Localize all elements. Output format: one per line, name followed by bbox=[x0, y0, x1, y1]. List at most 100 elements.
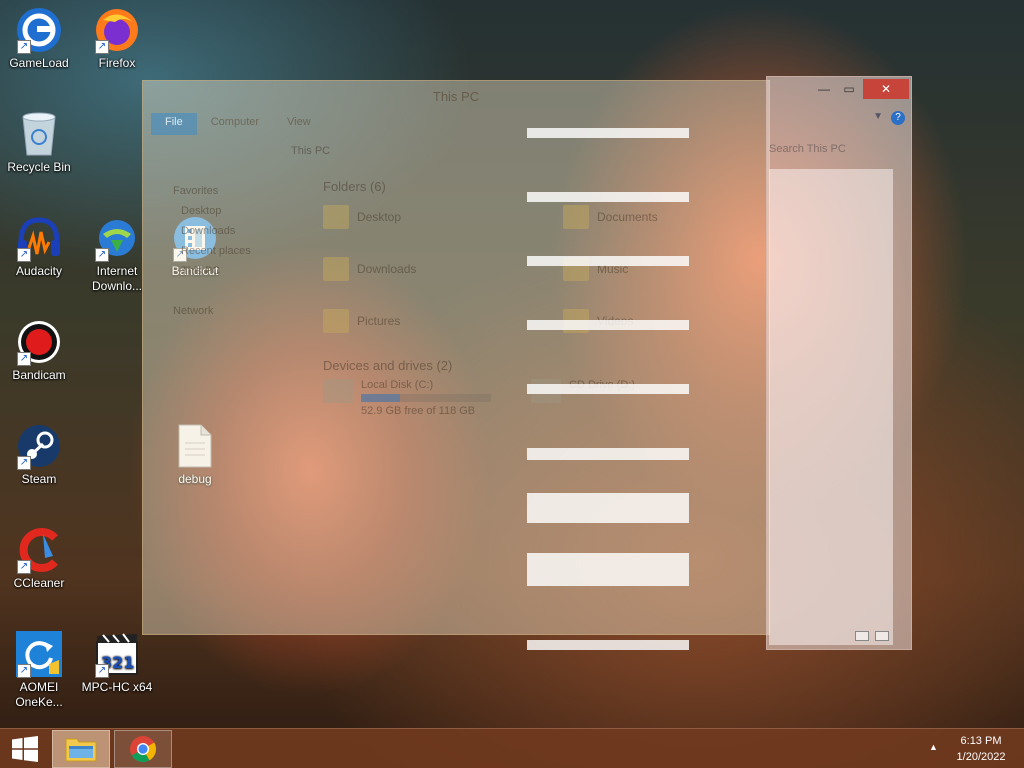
clock-time: 6:13 PM bbox=[960, 735, 1002, 747]
folder-item[interactable]: Desktop bbox=[323, 200, 563, 234]
aomei-onekey-icon: ↗ bbox=[15, 630, 63, 678]
drive-item[interactable]: Local Disk (C:) 52.9 GB free of 118 GB bbox=[323, 379, 491, 417]
navigation-pane: Favorites Desktop Downloads Recent place… bbox=[173, 181, 251, 321]
steam-icon: ↗ bbox=[15, 422, 63, 470]
desktop-icon-firefox[interactable]: ↗ Firefox bbox=[78, 6, 156, 71]
content-area bbox=[769, 169, 893, 645]
desktop-icon-label: CCleaner bbox=[13, 576, 65, 590]
desktop-icon-label: Bandicam bbox=[12, 368, 66, 382]
file-explorer-icon bbox=[65, 738, 97, 762]
desktop-icon-label: Steam bbox=[21, 472, 57, 486]
shortcut-arrow-icon: ↗ bbox=[17, 40, 31, 54]
close-button[interactable]: ✕ bbox=[863, 79, 909, 99]
firefox-icon: ↗ bbox=[93, 6, 141, 54]
shortcut-arrow-icon: ↗ bbox=[17, 352, 31, 366]
desktop-icon-ccleaner[interactable]: ↗ CCleaner bbox=[0, 526, 78, 591]
folders-grid: Desktop Documents Downloads Music Pictur… bbox=[323, 200, 743, 338]
mpc-hc-icon: 321 ↗ bbox=[93, 630, 141, 678]
explorer-window-frame: — ▭ ✕ ▼ ? Search This PC bbox=[766, 76, 912, 650]
nav-recent-places[interactable]: Recent places bbox=[173, 241, 251, 261]
taskbar: ▲ 6:13 PM 1/20/2022 bbox=[0, 728, 1024, 768]
devices-header[interactable]: Devices and drives (2) bbox=[323, 358, 743, 373]
show-hidden-icons-button[interactable]: ▲ bbox=[929, 742, 938, 752]
desktop-icon-label: Recycle Bin bbox=[7, 160, 71, 174]
audacity-icon: ↗ bbox=[15, 214, 63, 262]
ccleaner-icon: ↗ bbox=[15, 526, 63, 574]
title-bar: — ▭ ✕ bbox=[767, 77, 911, 101]
desktop-icon-aomei-onekey[interactable]: ↗ AOMEI OneKe... bbox=[0, 630, 78, 710]
desktop-icon-audacity[interactable]: ↗ Audacity bbox=[0, 214, 78, 279]
render-artifact bbox=[527, 553, 689, 586]
render-artifact bbox=[527, 256, 689, 266]
render-artifact bbox=[527, 192, 689, 202]
tab-computer[interactable]: Computer bbox=[197, 113, 273, 135]
folder-label: Downloads bbox=[357, 262, 417, 276]
folder-label: Desktop bbox=[357, 210, 402, 224]
nav-network[interactable]: Network bbox=[173, 301, 251, 321]
drive-usage-fill bbox=[361, 394, 400, 402]
tab-view[interactable]: View bbox=[273, 113, 325, 135]
desktop-icon-label: Audacity bbox=[15, 264, 63, 278]
shortcut-arrow-icon: ↗ bbox=[95, 40, 109, 54]
shortcut-arrow-icon: ↗ bbox=[17, 248, 31, 262]
render-artifact bbox=[527, 640, 689, 650]
gameload-icon: ↗ bbox=[15, 6, 63, 54]
internet-download-manager-icon: ↗ bbox=[93, 214, 141, 262]
desktop-icon-gameload[interactable]: ↗ GameLoad bbox=[0, 6, 78, 71]
folder-label: Pictures bbox=[357, 314, 401, 328]
render-artifact bbox=[527, 128, 689, 138]
render-artifact bbox=[527, 320, 689, 330]
hard-drive-icon bbox=[323, 379, 353, 403]
system-clock[interactable]: 6:13 PM 1/20/2022 bbox=[946, 733, 1016, 765]
desktop-icon-steam[interactable]: ↗ Steam bbox=[0, 422, 78, 487]
chrome-icon bbox=[130, 736, 157, 763]
desktop-icon-bandicam[interactable]: ↗ Bandicam bbox=[0, 318, 78, 383]
content-pane: Folders (6) Desktop Documents Downloads … bbox=[323, 179, 743, 417]
windows-logo-icon bbox=[12, 736, 38, 762]
shortcut-arrow-icon: ↗ bbox=[17, 560, 31, 574]
bandicam-icon: ↗ bbox=[15, 318, 63, 366]
drive-usage-bar bbox=[361, 394, 491, 402]
start-button[interactable] bbox=[0, 729, 50, 768]
address-bar[interactable]: This PC bbox=[291, 145, 330, 157]
nav-desktop[interactable]: Desktop bbox=[173, 201, 251, 221]
folder-label: Documents bbox=[597, 210, 658, 224]
clock-date: 1/20/2022 bbox=[956, 751, 1006, 763]
desktop-icon-label: AOMEI OneKe... bbox=[15, 680, 63, 709]
folder-icon bbox=[323, 257, 349, 281]
drive-name: Local Disk (C:) bbox=[361, 379, 434, 391]
nav-this-pc[interactable]: This PC bbox=[173, 261, 251, 281]
shortcut-arrow-icon: ↗ bbox=[95, 664, 109, 678]
taskbar-file-explorer[interactable] bbox=[52, 730, 110, 768]
render-artifact bbox=[527, 384, 689, 394]
desktop-icon-label: Firefox bbox=[98, 56, 136, 70]
nav-downloads[interactable]: Downloads bbox=[173, 221, 251, 241]
tab-file[interactable]: File bbox=[151, 113, 197, 135]
folder-item[interactable]: Documents bbox=[563, 200, 743, 234]
taskbar-chrome[interactable] bbox=[114, 730, 172, 768]
explorer-window-ghost: This PC File Computer View This PC Favor… bbox=[142, 80, 770, 635]
render-artifact bbox=[527, 448, 689, 460]
minimize-button[interactable]: — bbox=[813, 79, 835, 99]
view-toggle bbox=[855, 631, 889, 641]
shortcut-arrow-icon: ↗ bbox=[17, 664, 31, 678]
details-view-icon[interactable] bbox=[855, 631, 869, 641]
large-icons-view-icon[interactable] bbox=[875, 631, 889, 641]
folder-icon bbox=[323, 205, 349, 229]
desktop-icon-mpc-hc[interactable]: 321 ↗ MPC-HC x64 bbox=[78, 630, 156, 695]
desktop-icon-label: MPC-HC x64 bbox=[81, 680, 153, 694]
folder-icon bbox=[323, 309, 349, 333]
desktop-icon-label: GameLoad bbox=[9, 56, 69, 70]
nav-favorites[interactable]: Favorites bbox=[173, 181, 251, 201]
help-icon[interactable]: ? bbox=[891, 111, 905, 125]
render-artifact bbox=[527, 493, 689, 523]
ribbon-tabs: File Computer View bbox=[151, 113, 325, 135]
chevron-down-icon[interactable]: ▼ bbox=[873, 111, 883, 122]
shortcut-arrow-icon: ↗ bbox=[95, 248, 109, 262]
shortcut-arrow-icon: ↗ bbox=[17, 456, 31, 470]
maximize-button[interactable]: ▭ bbox=[837, 79, 861, 99]
drive-free-space: 52.9 GB free of 118 GB bbox=[361, 405, 476, 417]
search-input[interactable]: Search This PC bbox=[767, 139, 887, 161]
folder-icon bbox=[563, 205, 589, 229]
desktop-icon-recycle-bin[interactable]: Recycle Bin bbox=[0, 110, 78, 175]
